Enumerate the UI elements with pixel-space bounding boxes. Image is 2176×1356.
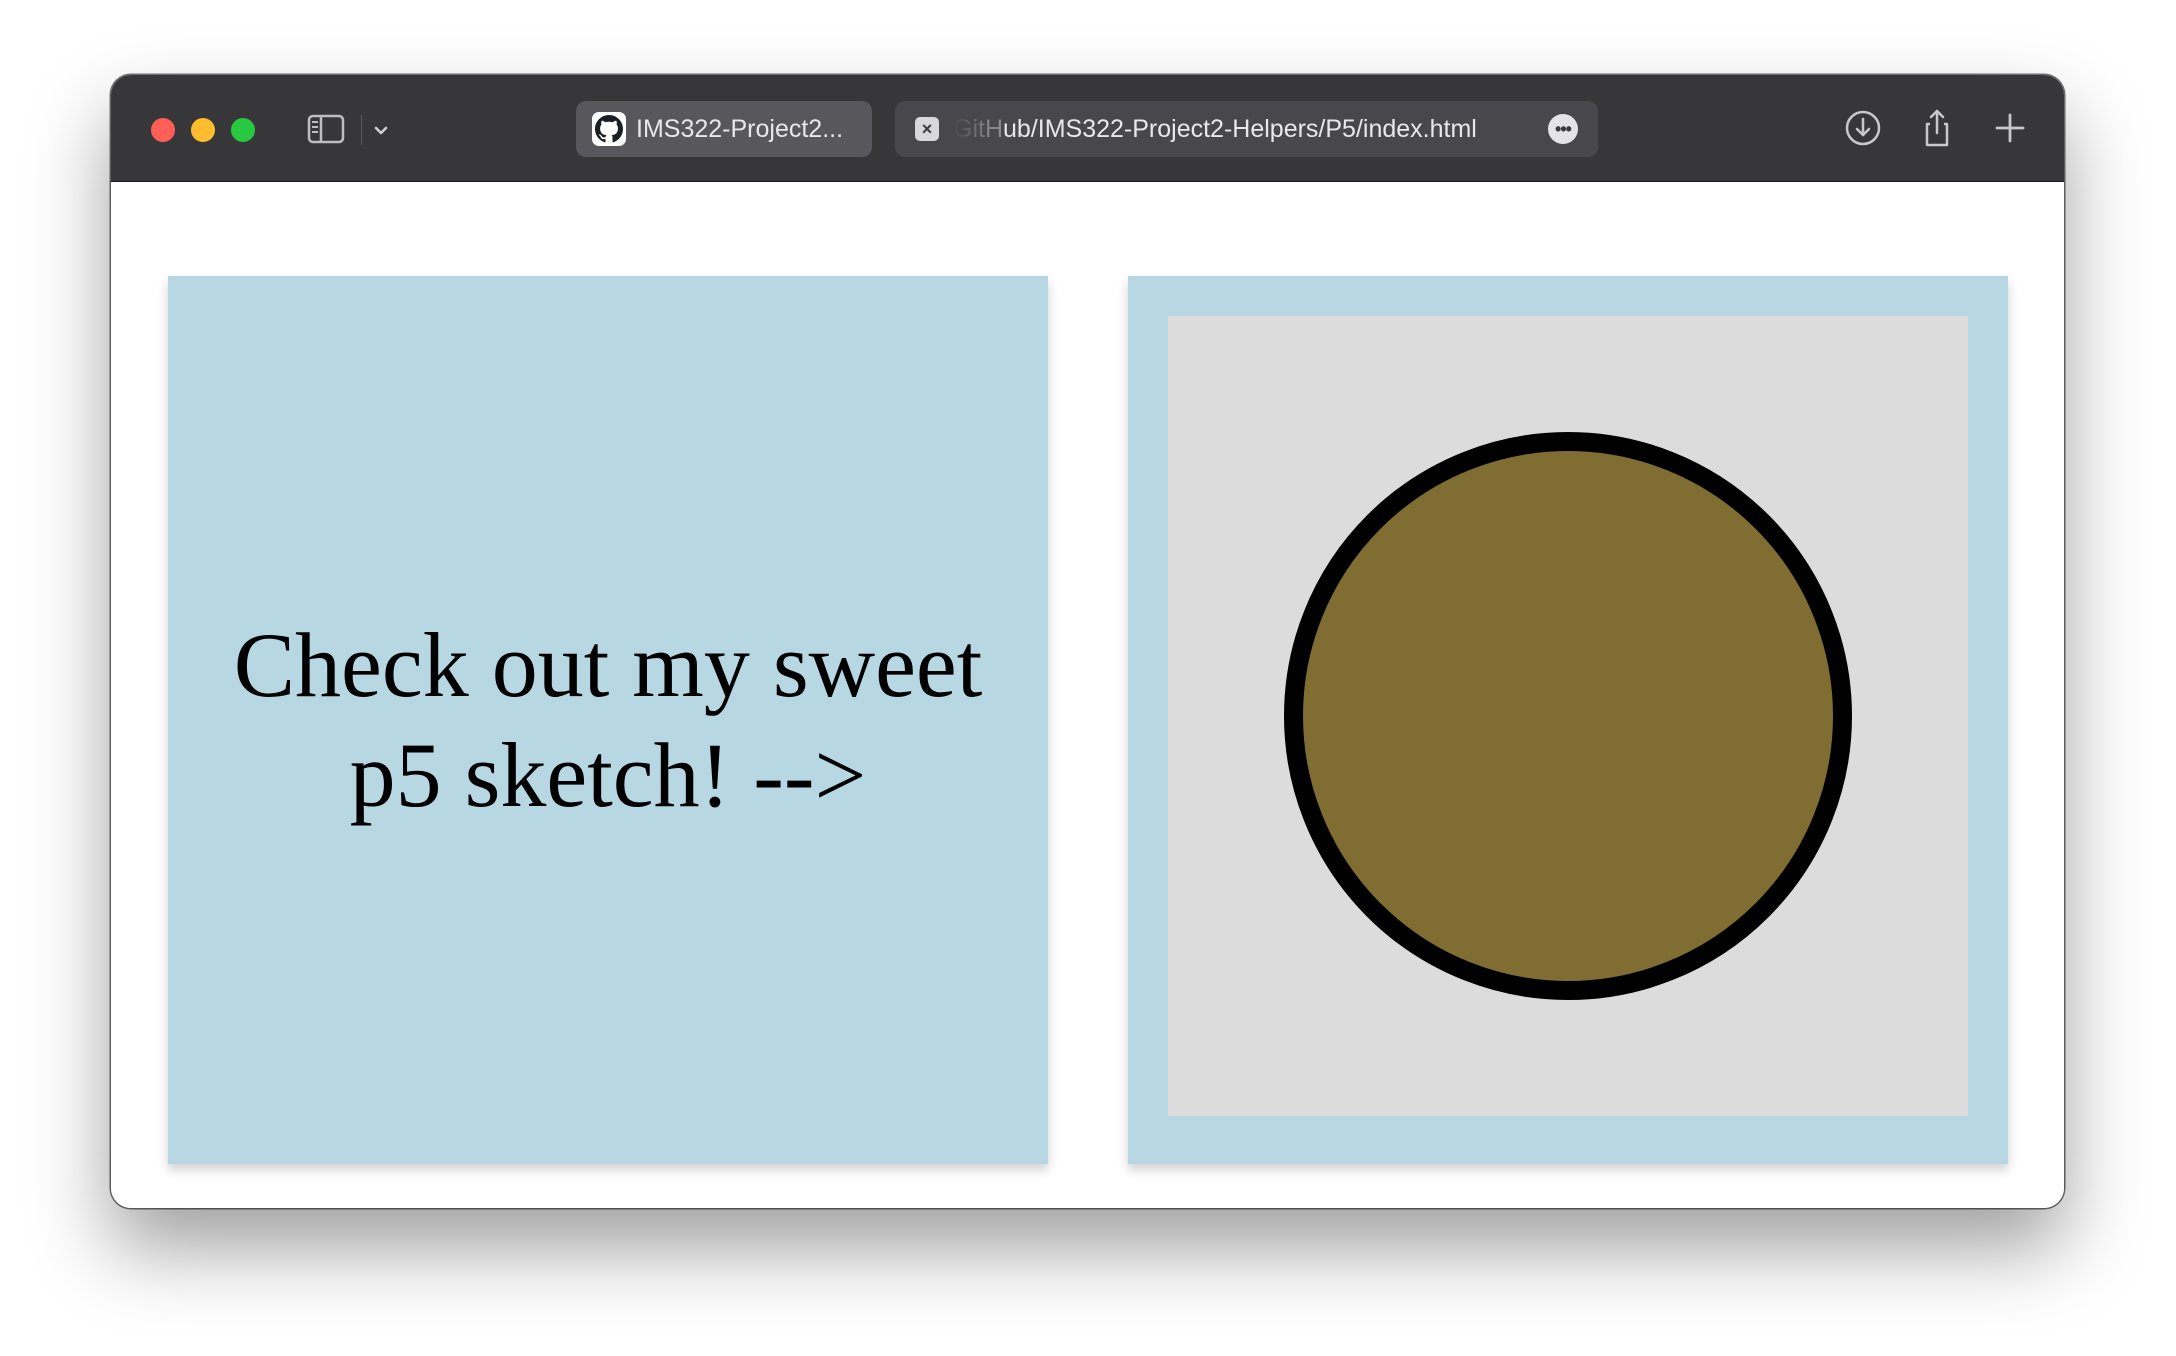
close-window-button[interactable] [151, 118, 175, 142]
text-card: Check out my sweet p5 sketch! --> [168, 276, 1048, 1164]
url-text: ub/IMS322-Project2-Helpers/P5/index.html [1003, 114, 1477, 143]
page-content: Check out my sweet p5 sketch! --> [111, 182, 2064, 1208]
zoom-window-button[interactable] [231, 118, 255, 142]
minimize-window-button[interactable] [191, 118, 215, 142]
tab-github[interactable]: IMS322-Project2... [576, 101, 872, 157]
chevron-down-icon[interactable] [369, 119, 393, 143]
more-icon[interactable]: ••• [1548, 114, 1578, 144]
tab-title: IMS322-Project2... [636, 114, 844, 143]
card-heading: Check out my sweet p5 sketch! --> [233, 614, 983, 826]
browser-window: IMS322-Project2... × GitH ub/IMS322-Proj… [111, 75, 2064, 1208]
toolbar-divider [361, 115, 362, 145]
browser-toolbar: IMS322-Project2... × GitH ub/IMS322-Proj… [111, 75, 2064, 182]
github-icon [592, 112, 626, 146]
p5-canvas[interactable] [1168, 316, 1968, 1116]
share-icon[interactable] [1916, 107, 1958, 149]
sketch-card [1128, 276, 2008, 1164]
new-tab-icon[interactable] [1989, 107, 2031, 149]
download-icon[interactable] [1842, 107, 1884, 149]
sidebar-icon[interactable] [307, 113, 345, 145]
sketch-circle [1284, 432, 1852, 1000]
tab-address[interactable]: × GitH ub/IMS322-Project2-Helpers/P5/ind… [895, 101, 1598, 157]
close-icon[interactable]: × [915, 117, 939, 141]
url-prefix: GitH [953, 114, 1003, 144]
